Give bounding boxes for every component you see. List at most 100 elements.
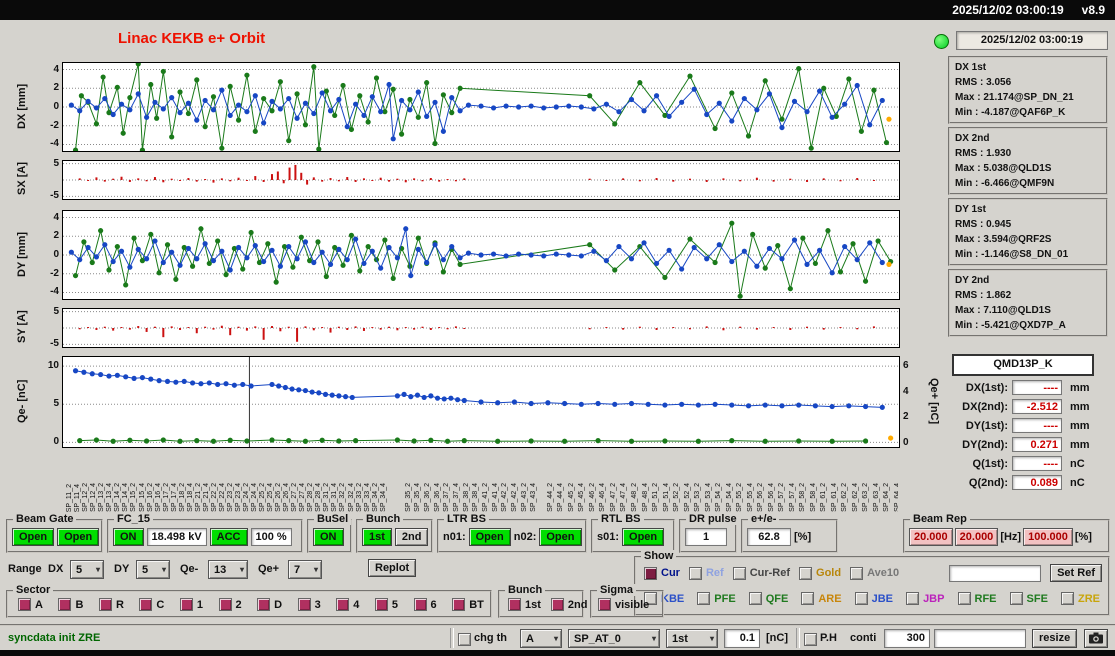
checkbox-ph[interactable] xyxy=(804,633,817,646)
checkbox-item-bt[interactable]: BT xyxy=(452,598,484,611)
checkbox-pfe[interactable] xyxy=(697,592,711,605)
ltr-n01-open-button[interactable]: Open xyxy=(468,528,511,546)
monitor-name-select[interactable]: SP_AT_0 ▾ xyxy=(568,629,660,648)
conti-count-field[interactable]: 300 xyxy=(884,629,930,648)
replot-button[interactable]: Replot xyxy=(368,559,417,577)
checkbox-item-qfe[interactable]: QFE xyxy=(748,592,788,605)
busel-on-button[interactable]: ON xyxy=(313,528,344,546)
checkbox-ave10[interactable] xyxy=(850,566,864,580)
checkbox-item-4[interactable]: 4 xyxy=(336,598,359,611)
checkbox-item-1[interactable]: 1 xyxy=(179,598,203,611)
bunch-order-select[interactable]: 1st ▾ xyxy=(666,629,718,648)
checkbox-item-visible[interactable]: visible xyxy=(598,598,649,611)
monitor-selector[interactable]: QMD13P_K xyxy=(952,354,1094,376)
checkbox-label: A xyxy=(35,598,43,611)
checkbox-item-r[interactable]: R xyxy=(98,598,124,611)
checkbox-item-ref[interactable]: Ref xyxy=(688,566,724,580)
checkbox-sfe[interactable] xyxy=(1009,592,1023,605)
range-qem-select[interactable]: 13 ▾ xyxy=(208,560,248,579)
checkbox-2nd[interactable] xyxy=(550,598,564,611)
bpm-label: SP_32_4 xyxy=(347,483,355,512)
checkbox-chg-th[interactable] xyxy=(458,633,471,646)
checkbox-rfe[interactable] xyxy=(957,592,971,605)
rtl-s01-open-button[interactable]: Open xyxy=(622,528,665,546)
set-ref-button[interactable]: Set Ref xyxy=(1050,564,1102,582)
checkbox-r[interactable] xyxy=(98,598,112,611)
checkbox-item-3[interactable]: 3 xyxy=(297,598,321,611)
bpm-label: SP_38_4 xyxy=(472,483,480,512)
checkbox-item-d[interactable]: D xyxy=(257,598,282,611)
checkbox-item-5[interactable]: 5 xyxy=(374,598,398,611)
checkbox-item-cur[interactable]: Cur xyxy=(644,566,680,580)
checkbox-1st[interactable] xyxy=(508,598,521,611)
checkbox-zre[interactable] xyxy=(1060,592,1074,605)
range-qep-select[interactable]: 7 ▾ xyxy=(288,560,322,579)
checkbox-bt[interactable] xyxy=(452,598,466,611)
checkbox-item-6[interactable]: 6 xyxy=(413,598,437,611)
bpm-label: SP_53_4 xyxy=(704,483,712,512)
range-dy-select[interactable]: 5 ▾ xyxy=(136,560,170,579)
checkbox-d[interactable] xyxy=(257,598,271,611)
checkbox-item-c[interactable]: C xyxy=(139,598,164,611)
snapshot-button[interactable] xyxy=(1084,629,1108,648)
checkbox-item-2[interactable]: 2 xyxy=(218,598,242,611)
sector-select[interactable]: A ▾ xyxy=(520,629,562,648)
checkbox-qfe[interactable] xyxy=(748,592,762,605)
checkbox-cur[interactable] xyxy=(644,566,657,580)
checkbox-item-pfe[interactable]: PFE xyxy=(697,592,736,605)
beam-rep-percent-value: 100.000 xyxy=(1023,528,1073,546)
resize-button[interactable]: resize xyxy=(1032,629,1078,648)
beam-gate-open-button-2[interactable]: Open xyxy=(57,528,100,546)
aux-field[interactable] xyxy=(934,629,1026,648)
fc15-acc-button[interactable]: ACC xyxy=(209,528,248,546)
checkbox-item-b[interactable]: B xyxy=(58,598,83,611)
checkbox-item-cur-ref[interactable]: Cur-Ref xyxy=(732,566,790,580)
threshold-field[interactable]: 0.1 xyxy=(724,629,760,648)
checkbox-3[interactable] xyxy=(297,598,311,611)
checkbox-item-a[interactable]: A xyxy=(18,598,43,611)
checkbox-item-are[interactable]: ARE xyxy=(801,592,842,605)
sector-items: A B R C 1 2 D 3 4 5 6 BT xyxy=(18,598,484,611)
checkbox-4[interactable] xyxy=(336,598,350,611)
beam-gate-open-button-1[interactable]: Open xyxy=(12,528,55,546)
bpm-label: SP_62_2 xyxy=(841,483,849,512)
checkbox-c[interactable] xyxy=(139,598,153,611)
y-tick-label: 2 xyxy=(53,82,59,94)
checkbox-item-gold[interactable]: Gold xyxy=(799,566,841,580)
bpm-label: SP_11_4 xyxy=(74,483,82,512)
checkbox-jbp[interactable] xyxy=(906,592,920,605)
checkbox-jbe[interactable] xyxy=(854,592,868,605)
checkbox-5[interactable] xyxy=(374,598,388,611)
checkbox-gold[interactable] xyxy=(799,566,813,580)
bunch-2nd-button[interactable]: 2nd xyxy=(394,528,429,546)
y-tick-label: -2 xyxy=(50,119,59,131)
fc15-on-button[interactable]: ON xyxy=(113,528,144,546)
checkbox-item-rfe[interactable]: RFE xyxy=(957,592,997,605)
checkbox-1[interactable] xyxy=(179,598,193,611)
bpm-label: SP_33_4 xyxy=(363,483,371,512)
range-dx-select[interactable]: 5 ▾ xyxy=(70,560,104,579)
ltr-n02-open-button[interactable]: Open xyxy=(539,528,582,546)
bunch-1st-button[interactable]: 1st xyxy=(362,528,392,546)
checkbox-item-jbp[interactable]: JBP xyxy=(906,592,944,605)
checkbox-a[interactable] xyxy=(18,598,31,611)
checkbox-2[interactable] xyxy=(218,598,232,611)
checkbox-item-ave10[interactable]: Ave10 xyxy=(850,566,899,580)
checkbox-item-1st[interactable]: 1st xyxy=(508,598,541,611)
checkbox-b[interactable] xyxy=(58,598,72,611)
bpm-label: SP_15_2 xyxy=(130,483,138,512)
checkbox-label: ARE xyxy=(818,592,842,605)
monitor-row-label: DX(2nd): xyxy=(962,401,1008,413)
checkbox-item-zre[interactable]: ZRE xyxy=(1060,592,1100,605)
ref-name-input[interactable] xyxy=(949,564,1042,582)
checkbox-item-2nd[interactable]: 2nd xyxy=(550,598,587,611)
checkbox-6[interactable] xyxy=(413,598,427,611)
checkbox-cur-ref[interactable] xyxy=(732,566,746,580)
bpm-name-labels: SP_11_2 SP_11_4 SP_12_2 SP_12_4 SP_13_2 SP_13… xyxy=(62,450,898,512)
checkbox-item-sfe[interactable]: SFE xyxy=(1009,592,1048,605)
checkbox-item-jbe[interactable]: JBE xyxy=(854,592,893,605)
checkbox-ref[interactable] xyxy=(688,566,702,580)
checkbox-are[interactable] xyxy=(801,592,815,605)
bpm-label: SP_55_2 xyxy=(736,483,744,512)
checkbox-visible[interactable] xyxy=(598,598,611,611)
